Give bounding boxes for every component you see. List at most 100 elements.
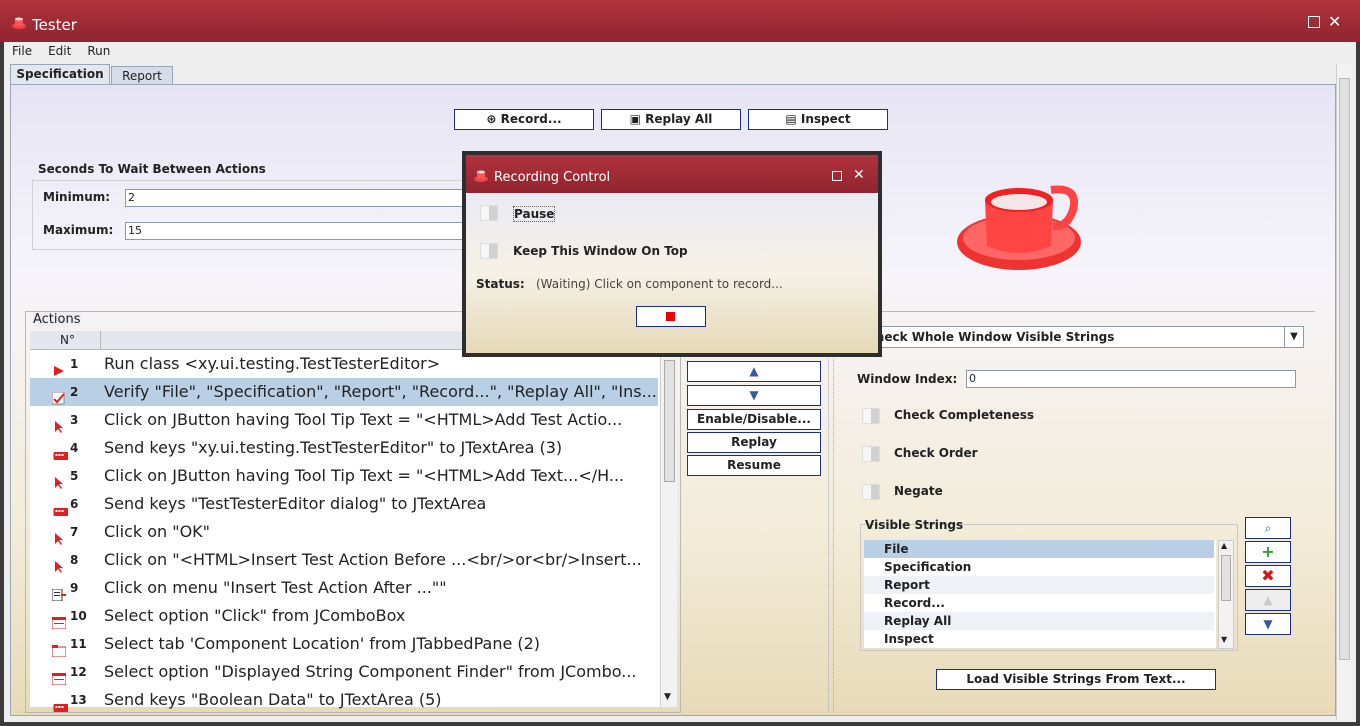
pause-label: Pause xyxy=(513,206,556,222)
app-cup-icon xyxy=(12,17,26,29)
record-button[interactable]: ⊛ Record... xyxy=(454,109,594,130)
inspect-button[interactable]: ▤ Inspect xyxy=(748,109,888,130)
enable-disable-button[interactable]: Enable/Disable... xyxy=(687,409,821,430)
menu-edit[interactable]: Edit xyxy=(40,42,79,58)
keep-on-top-checkbox[interactable] xyxy=(480,243,498,259)
keyboard-icon xyxy=(52,498,70,516)
main-scrollbar-thumb[interactable] xyxy=(1339,78,1350,660)
visible-string-item[interactable]: Replay All xyxy=(864,612,1214,630)
action-row[interactable]: 8 Click on "<HTML>Insert Test Action Befo… xyxy=(30,546,658,574)
combo-icon xyxy=(51,666,67,686)
up-arrow-icon: ▲ xyxy=(1263,593,1273,607)
menu-run[interactable]: Run xyxy=(79,42,118,58)
visible-string-item[interactable]: Report xyxy=(864,576,1214,594)
action-number: 4 xyxy=(70,441,79,455)
action-number: 10 xyxy=(70,609,87,623)
split-divider[interactable] xyxy=(828,311,834,711)
col-num-label: N° xyxy=(60,333,75,347)
status-label: Status: xyxy=(476,277,525,291)
action-row[interactable]: 9 Click on menu "Insert Test Action After… xyxy=(30,574,658,602)
move-up-string-button[interactable]: ▲ xyxy=(1245,589,1291,611)
scroll-down-icon[interactable]: ▼ xyxy=(664,692,671,702)
action-row[interactable]: 2 Verify "File", "Specification", "Report… xyxy=(30,378,658,406)
inspect-icon: ▤ xyxy=(785,112,801,126)
menu-file[interactable]: File xyxy=(4,42,40,58)
visible-strings-scrollbar[interactable]: ▲ ▼ xyxy=(1218,540,1234,649)
visible-string-item[interactable]: Inspect xyxy=(864,630,1214,648)
down-arrow-icon: ▼ xyxy=(1263,617,1273,631)
actions-scrollbar[interactable]: ▼ xyxy=(660,350,677,707)
cursor-icon xyxy=(52,526,65,545)
action-type-combo[interactable]: Check Whole Window Visible Strings xyxy=(866,326,1286,348)
dialog-body: Pause Keep This Window On Top Status: (W… xyxy=(466,193,878,353)
action-row[interactable]: 10 Select option "Click" from JComboBox xyxy=(30,602,658,630)
action-text: Send keys "Boolean Data" to JTextArea (5… xyxy=(104,690,442,709)
action-number: 13 xyxy=(70,693,87,707)
pause-checkbox[interactable] xyxy=(480,205,498,221)
dialog-close-icon[interactable]: ✕ xyxy=(853,167,865,183)
search-button[interactable]: ⌕ xyxy=(1245,517,1291,539)
window-index-label: Window Index: xyxy=(857,372,958,386)
visible-strings-label: Visible Strings xyxy=(865,518,964,532)
move-up-button[interactable]: ▲ xyxy=(687,361,821,382)
keep-on-top-label: Keep This Window On Top xyxy=(513,244,688,258)
close-icon[interactable]: ✕ xyxy=(1328,12,1341,31)
check-order-checkbox[interactable] xyxy=(862,446,880,462)
replay-icon: ▣ xyxy=(629,112,646,126)
wait-heading: Seconds To Wait Between Actions xyxy=(38,162,266,176)
tab-specification[interactable]: Specification xyxy=(10,64,110,86)
action-text: Select option "Displayed String Componen… xyxy=(104,662,637,681)
move-down-string-button[interactable]: ▼ xyxy=(1245,613,1291,635)
resume-button[interactable]: Resume xyxy=(687,455,821,476)
record-label: Record... xyxy=(500,112,562,126)
action-number: 3 xyxy=(70,413,79,427)
menu-bar: File Edit Run xyxy=(4,42,1356,62)
title-bar: Tester ✕ xyxy=(0,0,1360,43)
visible-string-item[interactable]: File xyxy=(864,540,1214,558)
action-row[interactable]: 7 Click on "OK" xyxy=(30,518,658,546)
negate-checkbox[interactable] xyxy=(862,484,880,500)
add-button[interactable]: + xyxy=(1245,541,1291,563)
replay-button[interactable]: Replay xyxy=(687,432,821,453)
dialog-maximize-icon[interactable] xyxy=(832,171,842,181)
move-down-button[interactable]: ▼ xyxy=(687,385,821,406)
dialog-title-bar: Recording Control ✕ xyxy=(466,155,878,193)
action-row[interactable]: 5 Click on JButton having Tool Tip Text =… xyxy=(30,462,658,490)
action-row[interactable]: 12 Select option "Displayed String Compon… xyxy=(30,658,658,686)
vs-scroll-down-icon[interactable]: ▼ xyxy=(1221,635,1227,644)
action-number: 2 xyxy=(70,385,79,399)
action-number: 11 xyxy=(70,637,87,651)
replay-all-button[interactable]: ▣ Replay All xyxy=(601,109,741,130)
load-visible-strings-button[interactable]: Load Visible Strings From Text... xyxy=(936,669,1216,690)
visible-string-item[interactable]: Record... xyxy=(864,594,1214,612)
actions-scrollbar-thumb[interactable] xyxy=(664,360,675,482)
vs-scroll-up-icon[interactable]: ▲ xyxy=(1221,541,1227,550)
action-row[interactable]: 4 Send keys "xy.ui.testing.TestTesterEdit… xyxy=(30,434,658,462)
check-completeness-checkbox[interactable] xyxy=(862,408,880,424)
keyboard-icon xyxy=(52,442,70,460)
plus-icon: + xyxy=(1261,542,1275,561)
vs-scrollbar-thumb[interactable] xyxy=(1221,555,1231,601)
check-order-label: Check Order xyxy=(894,446,978,460)
spellcheck-icon xyxy=(51,386,65,405)
main-scrollbar[interactable] xyxy=(1336,64,1351,720)
actions-heading: Actions xyxy=(33,312,81,327)
window-index-field[interactable]: 0 xyxy=(966,370,1296,388)
remove-button[interactable]: ✖ xyxy=(1245,565,1291,587)
col-num-header[interactable]: N° xyxy=(30,331,101,349)
action-number: 12 xyxy=(70,665,87,679)
action-text: Click on JButton having Tool Tip Text = … xyxy=(104,466,625,485)
combo-dropdown-icon[interactable]: ▼ xyxy=(1284,326,1304,348)
tab-report[interactable]: Report xyxy=(111,66,173,86)
action-number: 1 xyxy=(70,357,79,371)
stop-recording-button[interactable] xyxy=(636,306,706,327)
maximize-icon[interactable] xyxy=(1308,16,1320,28)
cup-logo-icon xyxy=(957,185,1081,270)
action-row[interactable]: 11 Select tab 'Component Location' from J… xyxy=(30,630,658,658)
action-row[interactable]: 6 Send keys "TestTesterEditor dialog" to … xyxy=(30,490,658,518)
action-text: Click on JButton having Tool Tip Text = … xyxy=(104,410,623,429)
action-type-value: Check Whole Window Visible Strings xyxy=(867,330,1115,344)
visible-string-item[interactable]: Specification xyxy=(864,558,1214,576)
action-row[interactable]: 13 Send keys "Boolean Data" to JTextArea … xyxy=(30,686,658,714)
action-row[interactable]: 3 Click on JButton having Tool Tip Text =… xyxy=(30,406,658,434)
